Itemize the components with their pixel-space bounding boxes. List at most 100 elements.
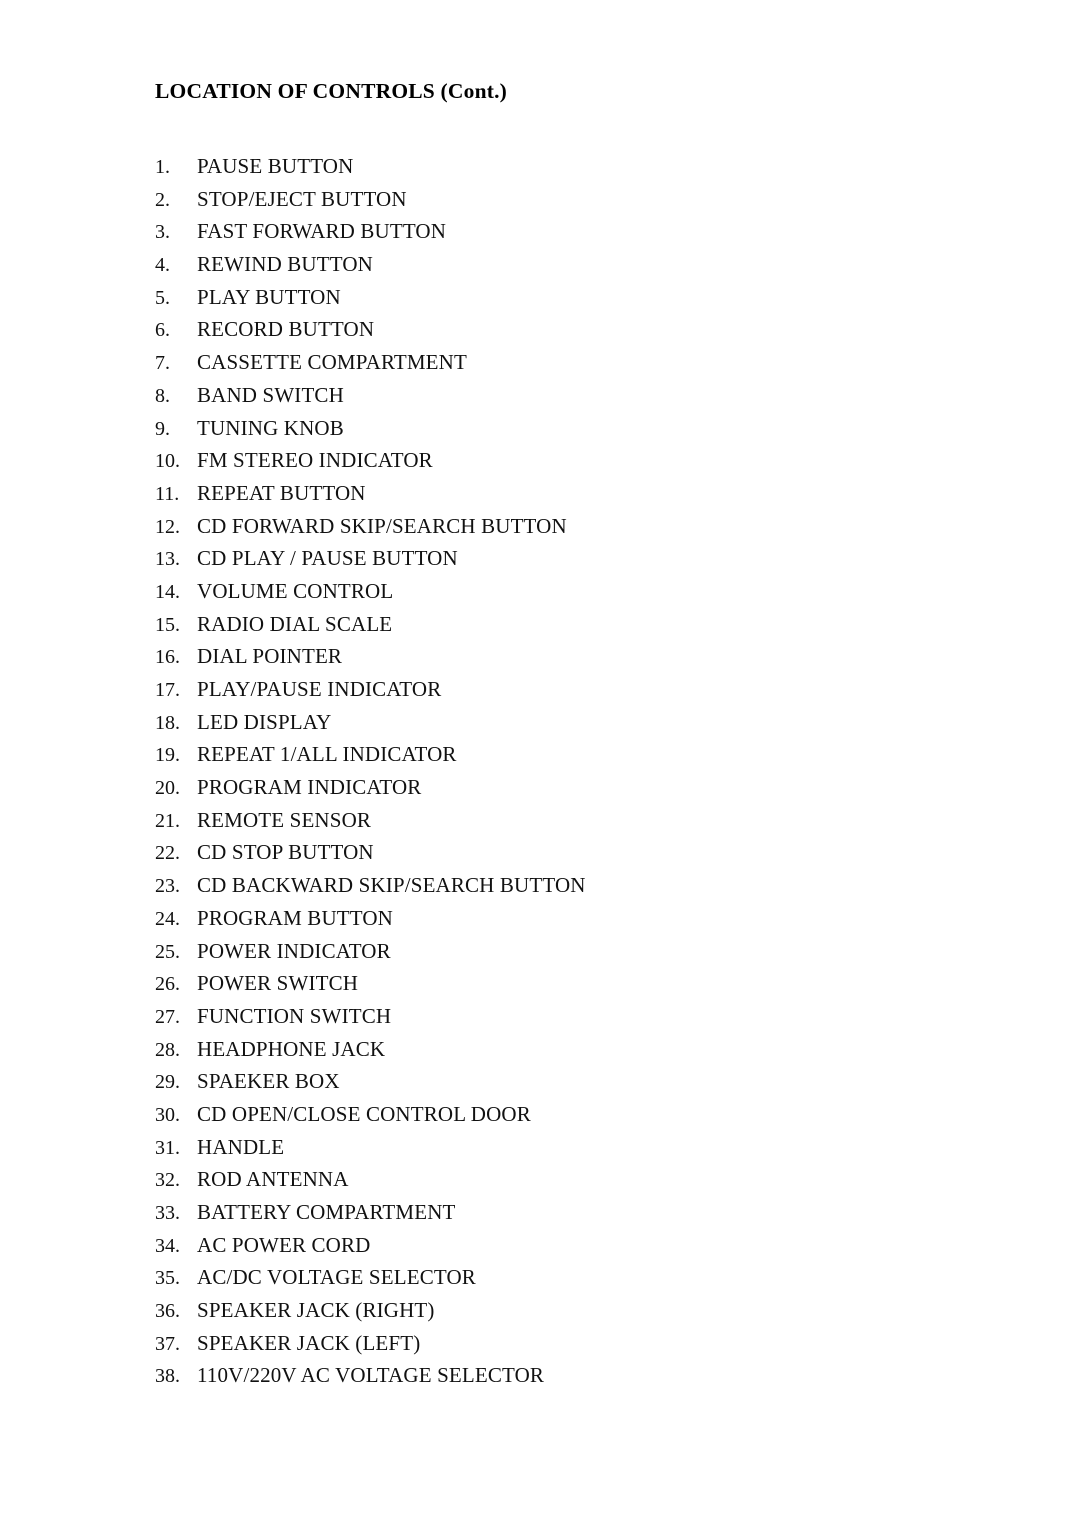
- list-item-label: FAST FORWARD BUTTON: [197, 219, 447, 244]
- list-item-number: 1.: [155, 156, 170, 178]
- list-item-label: HEADPHONE JACK: [197, 1036, 386, 1061]
- list-item-label: VOLUME CONTROL: [197, 578, 394, 603]
- page-content: LOCATION OF CONTROLS (Cont.) 1. PAUSE BUT…: [155, 78, 975, 1392]
- list-item-label: FM STEREO INDICATOR: [197, 448, 433, 473]
- list-item: 2. STOP/EJECT BUTTON: [155, 183, 975, 216]
- list-item-label: POWER SWITCH: [197, 971, 359, 996]
- list-item-label: POWER INDICATOR: [197, 938, 391, 963]
- list-item-number: 8.: [155, 384, 170, 407]
- list-item-label: PAUSE BUTTON: [197, 154, 354, 178]
- list-item-label: RECORD BUTTON: [197, 317, 375, 342]
- document-page: LOCATION OF CONTROLS (Cont.) 1. PAUSE BUT…: [0, 0, 1080, 1528]
- list-item: 30. CD OPEN/CLOSE CONTROL DOOR: [155, 1098, 975, 1131]
- list-item: 16. DIAL POINTER: [155, 640, 975, 673]
- list-item-number: 30.: [155, 1103, 180, 1126]
- list-item: 24. PROGRAM BUTTON: [155, 902, 975, 935]
- list-item: 1. PAUSE BUTTON: [155, 150, 975, 183]
- list-item-number: 10.: [155, 450, 180, 473]
- list-item: 4. REWIND BUTTON: [155, 248, 975, 281]
- list-item: 25. POWER INDICATOR: [155, 935, 975, 968]
- list-item: 31. HANDLE: [155, 1131, 975, 1164]
- list-item: 3. FAST FORWARD BUTTON: [155, 215, 975, 248]
- list-item-label: AC POWER CORD: [197, 1232, 371, 1257]
- list-item: 12. CD FORWARD SKIP/SEARCH BUTTON: [155, 510, 975, 543]
- list-item: 19. REPEAT 1/ALL INDICATOR: [155, 738, 975, 771]
- list-item-number: 6.: [155, 319, 170, 342]
- list-item: 38. 110V/220V AC VOLTAGE SELECTOR: [155, 1359, 975, 1392]
- list-item-number: 9.: [155, 417, 170, 440]
- list-item: 11. REPEAT BUTTON: [155, 477, 975, 510]
- list-item-number: 25.: [155, 940, 180, 963]
- list-item-number: 2.: [155, 188, 170, 211]
- list-item-number: 18.: [155, 711, 180, 734]
- list-item-number: 32.: [155, 1169, 180, 1192]
- list-item-number: 12.: [155, 515, 180, 538]
- list-item-label: STOP/EJECT BUTTON: [197, 186, 407, 211]
- list-item-label: REPEAT 1/ALL INDICATOR: [197, 742, 457, 767]
- list-item-number: 7.: [155, 352, 170, 375]
- list-item-number: 19.: [155, 744, 180, 767]
- list-item-label: ROD ANTENNA: [197, 1167, 349, 1192]
- list-item-number: 37.: [155, 1332, 180, 1355]
- list-item-label: CD OPEN/CLOSE CONTROL DOOR: [197, 1101, 531, 1126]
- list-item-label: SPAEKER BOX: [197, 1069, 340, 1094]
- list-item-label: DIAL POINTER: [197, 644, 343, 669]
- controls-list: 1. PAUSE BUTTON 2. STOP/EJECT BUTTON 3. FAST …: [155, 150, 975, 1392]
- list-item-number: 38.: [155, 1365, 180, 1388]
- list-item: 35. AC/DC VOLTAGE SELECTOR: [155, 1261, 975, 1294]
- list-item-number: 33.: [155, 1202, 180, 1224]
- list-item-label: PROGRAM BUTTON: [197, 905, 393, 930]
- list-item-number: 28.: [155, 1038, 180, 1061]
- list-item: 9. TUNING KNOB: [155, 412, 975, 445]
- list-item-number: 34.: [155, 1234, 180, 1257]
- list-item-label: 110V/220V AC VOLTAGE SELECTOR: [197, 1363, 545, 1388]
- list-item-number: 23.: [155, 875, 180, 898]
- list-item-label: CD BACKWARD SKIP/SEARCH BUTTON: [197, 873, 586, 898]
- list-item-label: BAND SWITCH: [197, 382, 344, 407]
- list-item: 22. CD STOP BUTTON: [155, 836, 975, 869]
- list-item-number: 24.: [155, 907, 180, 930]
- list-item: 36. SPEAKER JACK (RIGHT): [155, 1294, 975, 1327]
- list-item-number: 11.: [155, 482, 180, 505]
- list-item-label: FUNCTION SWITCH: [197, 1003, 392, 1028]
- list-item-number: 27.: [155, 1005, 180, 1028]
- list-item-number: 17.: [155, 679, 180, 701]
- list-item-label: REMOTE SENSOR: [197, 807, 372, 832]
- list-item-number: 3.: [155, 221, 170, 244]
- list-item: 37. SPEAKER JACK (LEFT): [155, 1327, 975, 1360]
- list-item: 34. AC POWER CORD: [155, 1229, 975, 1262]
- list-item: 5. PLAY BUTTON: [155, 281, 975, 314]
- list-item-number: 29.: [155, 1071, 180, 1094]
- list-item: 17. PLAY/PAUSE INDICATOR: [155, 673, 975, 706]
- list-item-label: PLAY BUTTON: [197, 284, 341, 309]
- list-item-label: AC/DC VOLTAGE SELECTOR: [197, 1265, 476, 1290]
- list-item: 14. VOLUME CONTROL: [155, 575, 975, 608]
- list-item-number: 20.: [155, 777, 180, 800]
- list-item: 23. CD BACKWARD SKIP/SEARCH BUTTON: [155, 869, 975, 902]
- list-item: 13. CD PLAY / PAUSE BUTTON: [155, 542, 975, 575]
- list-item: 18. LED DISPLAY: [155, 706, 975, 739]
- list-item: 26. POWER SWITCH: [155, 967, 975, 1000]
- list-item-label: CD FORWARD SKIP/SEARCH BUTTON: [197, 513, 567, 538]
- list-item: 33. BATTERY COMPARTMENT: [155, 1196, 975, 1229]
- list-item: 29. SPAEKER BOX: [155, 1065, 975, 1098]
- list-item: 20. PROGRAM INDICATOR: [155, 771, 975, 804]
- list-item-number: 26.: [155, 973, 180, 996]
- list-item-number: 5.: [155, 286, 170, 309]
- list-item-label: CASSETTE COMPARTMENT: [197, 350, 467, 375]
- list-item: 15. RADIO DIAL SCALE: [155, 608, 975, 641]
- list-item: 8. BAND SWITCH: [155, 379, 975, 412]
- list-item-label: LED DISPLAY: [197, 709, 332, 734]
- list-item-label: CD STOP BUTTON: [197, 840, 374, 865]
- list-item-label: PLAY/PAUSE INDICATOR: [197, 677, 442, 701]
- page-title: LOCATION OF CONTROLS (Cont.): [155, 79, 508, 103]
- list-item: 21. REMOTE SENSOR: [155, 804, 975, 837]
- list-item-number: 16.: [155, 646, 180, 669]
- list-item: 10. FM STEREO INDICATOR: [155, 444, 975, 477]
- list-item-number: 21.: [155, 809, 180, 832]
- list-item-number: 31.: [155, 1136, 180, 1159]
- list-item-label: RADIO DIAL SCALE: [197, 611, 393, 636]
- list-item-number: 4.: [155, 254, 170, 277]
- list-item: 28. HEADPHONE JACK: [155, 1033, 975, 1066]
- list-item-number: 36.: [155, 1300, 180, 1323]
